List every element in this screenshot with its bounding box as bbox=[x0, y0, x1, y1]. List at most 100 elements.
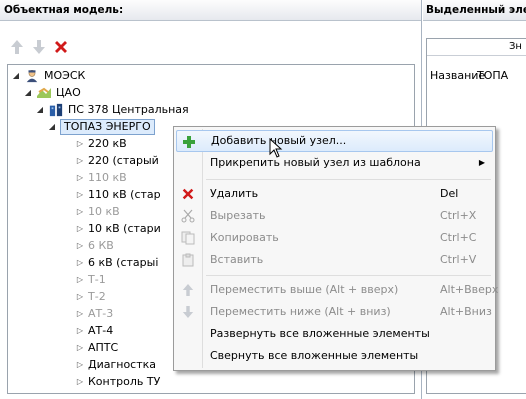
menu-item-move-down[interactable]: Переместить ниже (Alt + вниз) Alt+Вниз bbox=[176, 301, 493, 323]
tree-node-topaz[interactable]: ◢ ТОПАЗ ЭНЕРГО bbox=[48, 118, 155, 135]
tree-node-label: 110 кВ (стар bbox=[88, 188, 161, 201]
menu-item-label: Прикрепить новый узел из шаблона bbox=[210, 156, 421, 169]
move-up-button[interactable] bbox=[8, 38, 26, 56]
expand-icon[interactable]: ▷ bbox=[76, 305, 84, 322]
tree-node-child[interactable]: ▷ Диагностка bbox=[76, 356, 156, 373]
tree-node-label: 10 кВ bbox=[88, 205, 120, 218]
expand-icon[interactable]: ▷ bbox=[76, 135, 84, 152]
expand-icon[interactable]: ▷ bbox=[76, 271, 84, 288]
tree-node-label: Диагностка bbox=[88, 358, 157, 371]
tree-node-label: 220 кВ bbox=[88, 137, 127, 150]
menu-item-label: Удалить bbox=[210, 187, 259, 200]
tree-node-label: АПТС bbox=[88, 341, 119, 354]
selected-element-title: Выделенный эле bbox=[423, 0, 526, 21]
menu-item-shortcut: Ctrl+V bbox=[440, 253, 477, 266]
menu-item-shortcut: Ctrl+C bbox=[440, 231, 477, 244]
red-x-icon bbox=[55, 41, 67, 53]
paste-icon bbox=[182, 253, 194, 267]
tree-node-child[interactable]: ▷ 6 КВ bbox=[76, 237, 114, 254]
tree-node-label: 10 кВ (стари bbox=[88, 222, 161, 235]
menu-item-delete[interactable]: Удалить Del bbox=[176, 183, 493, 205]
district-icon bbox=[37, 87, 51, 98]
context-menu: Добавить новый узел... Прикрепить новый … bbox=[173, 126, 498, 371]
menu-item-collapse-all[interactable]: Свернуть все вложенные элементы bbox=[176, 345, 493, 367]
tree-node-child[interactable]: ▷ 6 кВ (старыі bbox=[76, 254, 158, 271]
tree-node-child[interactable]: ▷ Т-1 bbox=[76, 271, 106, 288]
tree-node-child[interactable]: ▷ 110 кВ bbox=[76, 169, 127, 186]
expand-icon[interactable]: ▷ bbox=[76, 203, 84, 220]
expand-icon[interactable]: ▷ bbox=[76, 152, 84, 169]
expand-icon[interactable]: ▷ bbox=[76, 169, 84, 186]
value-column-header: Зн bbox=[509, 41, 522, 52]
expand-icon[interactable]: ▷ bbox=[76, 339, 84, 356]
menu-item-label: Копировать bbox=[210, 231, 279, 244]
object-model-title: Объектная модель: bbox=[0, 0, 421, 21]
move-down-button[interactable] bbox=[30, 38, 48, 56]
tree-node-label: АТ-4 bbox=[88, 324, 114, 337]
tree-node-child[interactable]: ▷ 10 кВ bbox=[76, 203, 120, 220]
menu-item-label: Свернуть все вложенные элементы bbox=[210, 349, 419, 362]
menu-item-label: Переместить ниже (Alt + вниз) bbox=[210, 305, 391, 318]
menu-item-add-node[interactable]: Добавить новый узел... bbox=[176, 130, 493, 158]
menu-item-shortcut: Del bbox=[440, 187, 459, 200]
expand-icon[interactable]: ▷ bbox=[76, 254, 84, 271]
menu-item-shortcut: Alt+Вниз bbox=[440, 305, 492, 318]
menu-item-label: Вставить bbox=[210, 253, 264, 266]
menu-item-cut[interactable]: Вырезать Ctrl+X bbox=[176, 205, 493, 227]
tree-node-label: 220 (старый bbox=[88, 154, 159, 167]
expand-icon[interactable]: ▷ bbox=[76, 288, 84, 305]
delete-button[interactable] bbox=[52, 38, 70, 56]
expand-icon[interactable]: ▷ bbox=[76, 237, 84, 254]
tree-node-child[interactable]: ▷ Т-2 bbox=[76, 288, 106, 305]
tree-node-child[interactable]: ▷ 220 кВ bbox=[76, 135, 127, 152]
tree-node-label: ЦАО bbox=[56, 86, 81, 99]
menu-separator bbox=[206, 275, 491, 276]
collapse-icon[interactable]: ◢ bbox=[24, 84, 32, 101]
tree-node-label: 6 КВ bbox=[88, 239, 114, 252]
tree-node-label: АТ-3 bbox=[88, 307, 114, 320]
menu-item-label: Переместить выше (Alt + вверх) bbox=[210, 283, 399, 296]
collapse-icon[interactable]: ◢ bbox=[36, 101, 44, 118]
arrow-down-icon bbox=[182, 306, 194, 318]
tree-node-label-selected: ТОПАЗ ЭНЕРГО bbox=[60, 118, 155, 135]
arrow-up-icon bbox=[11, 40, 23, 54]
properties-column-header: Зн bbox=[427, 39, 526, 56]
tree-node-label: МОЭСК bbox=[44, 69, 86, 82]
tree-node-cao[interactable]: ◢ ЦАО bbox=[24, 84, 81, 101]
scissors-icon bbox=[181, 209, 195, 223]
company-person-icon bbox=[26, 69, 38, 82]
expand-icon[interactable]: ▷ bbox=[76, 220, 84, 237]
copy-icon bbox=[181, 231, 195, 245]
expand-icon[interactable]: ▷ bbox=[76, 322, 84, 339]
tree-node-child[interactable]: ▷ АТ-3 bbox=[76, 305, 113, 322]
menu-item-label: Вырезать bbox=[210, 209, 266, 222]
menu-item-expand-all[interactable]: Развернуть все вложенные элементы bbox=[176, 323, 493, 345]
tree-node-label: Т-2 bbox=[88, 290, 106, 303]
menu-item-shortcut: Ctrl+X bbox=[440, 209, 477, 222]
tree-node-child[interactable]: ▷ 10 кВ (стари bbox=[76, 220, 161, 237]
menu-item-label: Развернуть все вложенные элементы bbox=[210, 327, 430, 340]
property-value[interactable]: ТОПА bbox=[477, 69, 508, 82]
tree-node-child[interactable]: ▷ 220 (старый bbox=[76, 152, 159, 169]
tree-node-child[interactable]: ▷ АТ-4 bbox=[76, 322, 113, 339]
arrow-up-icon bbox=[182, 284, 194, 296]
tree-node-moesk[interactable]: ◢ МОЭСК bbox=[12, 67, 85, 84]
menu-item-move-up[interactable]: Переместить выше (Alt + вверх) Alt+Вверх bbox=[176, 279, 498, 301]
tree-node-label: Т-1 bbox=[88, 273, 106, 286]
expand-icon[interactable]: ▷ bbox=[76, 186, 84, 203]
collapse-icon[interactable]: ◢ bbox=[48, 118, 56, 135]
menu-item-attach-template[interactable]: Прикрепить новый узел из шаблона ▶ bbox=[176, 152, 493, 174]
collapse-icon[interactable]: ◢ bbox=[12, 67, 20, 84]
tree-node-ps378[interactable]: ◢ ПС 378 Центральная bbox=[36, 101, 189, 118]
substation-icon bbox=[49, 103, 63, 116]
menu-item-copy[interactable]: Копировать Ctrl+C bbox=[176, 227, 493, 249]
tree-node-child[interactable]: ▷ 110 кВ (стар bbox=[76, 186, 161, 203]
expand-icon[interactable]: ▷ bbox=[76, 373, 84, 390]
green-plus-icon bbox=[183, 136, 195, 148]
menu-item-paste[interactable]: Вставить Ctrl+V bbox=[176, 249, 493, 271]
tree-node-child[interactable]: ▷ АПТС bbox=[76, 339, 118, 356]
tree-node-label: ПС 378 Центральная bbox=[68, 103, 189, 116]
expand-icon[interactable]: ▷ bbox=[76, 356, 84, 373]
red-x-icon bbox=[182, 188, 194, 200]
tree-node-child[interactable]: ▷ Контроль ТУ bbox=[76, 373, 160, 390]
